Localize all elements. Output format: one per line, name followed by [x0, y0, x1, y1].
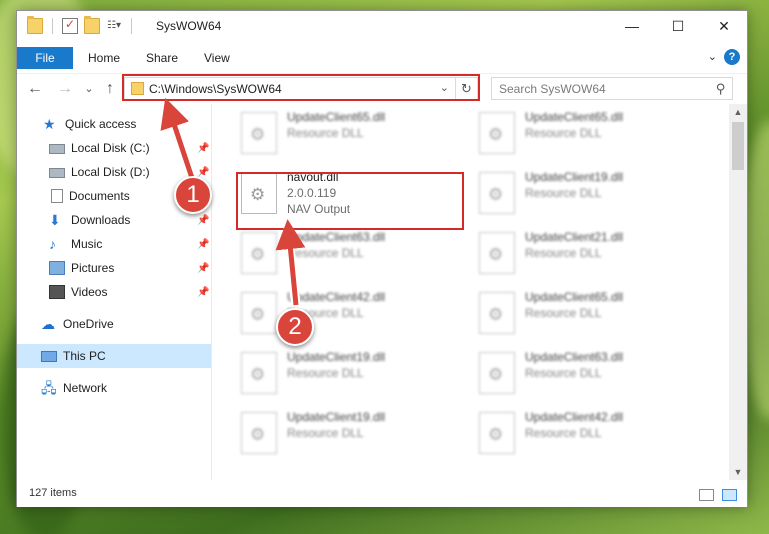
- arrow-2: [275, 219, 306, 306]
- arrow-1: [160, 97, 195, 179]
- annotation-arrows: [160, 97, 306, 306]
- callout-2: 2: [276, 308, 314, 346]
- callout-1: 1: [174, 176, 212, 214]
